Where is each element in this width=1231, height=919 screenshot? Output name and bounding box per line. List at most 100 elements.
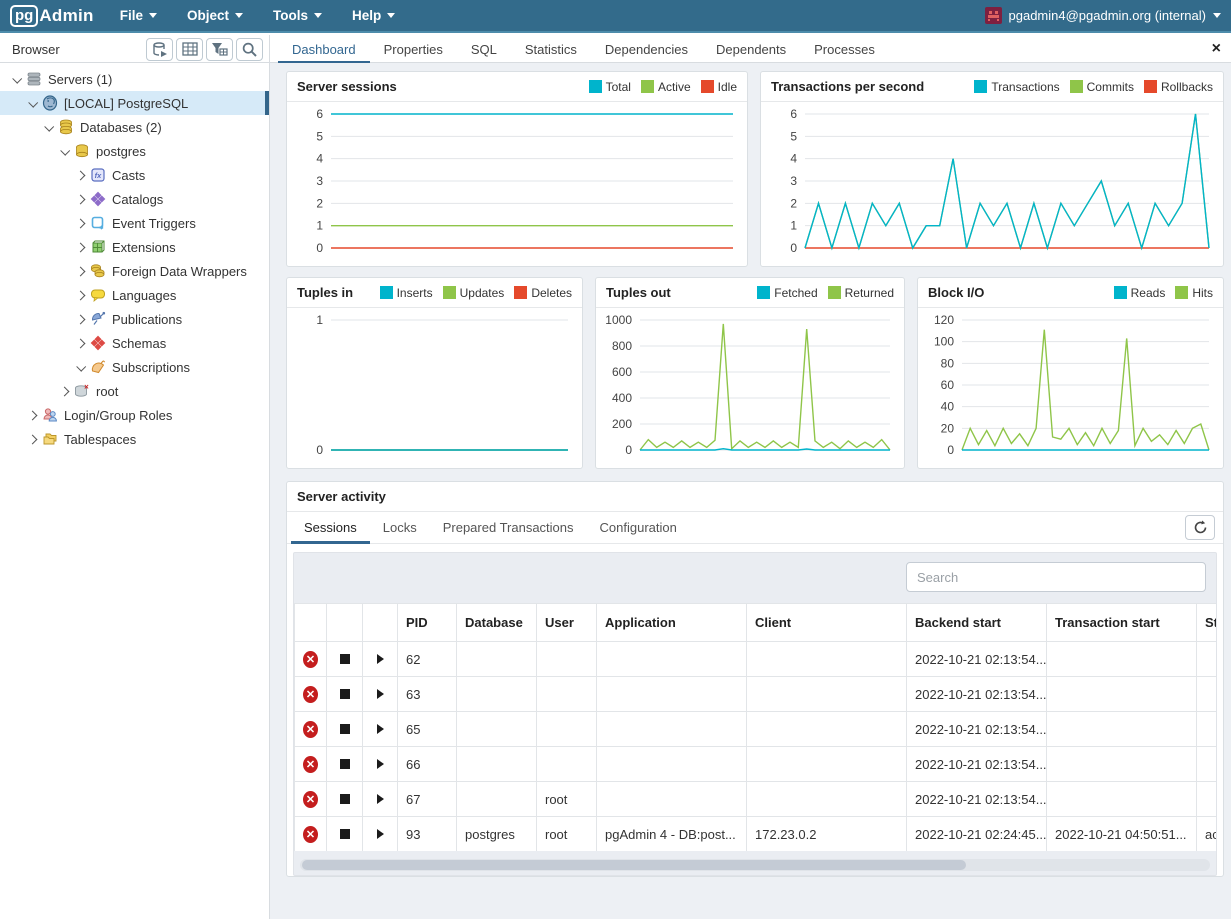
terminate-session-icon[interactable] [340, 689, 350, 699]
tree-item-postgres[interactable]: postgres [0, 139, 269, 163]
expand-row-icon[interactable] [377, 829, 384, 839]
tree-item-label: Login/Group Roles [64, 408, 172, 423]
cell-user [537, 747, 597, 782]
legend-item: Reads [1114, 286, 1166, 300]
expand-arrow-icon[interactable] [24, 412, 40, 419]
chevron-right-icon [27, 410, 37, 420]
tree-item-databases-2[interactable]: Databases (2) [0, 115, 269, 139]
tab-sql[interactable]: SQL [457, 35, 511, 63]
expand-row-icon[interactable] [377, 654, 384, 664]
collapse-arrow-icon[interactable] [40, 124, 56, 131]
tuples-in-panel: Tuples in InsertsUpdatesDeletes 01 [286, 277, 583, 469]
cell-pid: 63 [398, 677, 457, 712]
tree-item-catalogs[interactable]: Catalogs [0, 187, 269, 211]
event-triggers-icon [89, 215, 107, 231]
cell-transaction_start [1047, 747, 1197, 782]
horizontal-scrollbar-thumb[interactable] [302, 860, 966, 870]
collapse-arrow-icon[interactable] [72, 364, 88, 371]
tree-item-foreign-data-wrappers[interactable]: Foreign Data Wrappers [0, 259, 269, 283]
y-tick-label: 1 [316, 219, 323, 233]
activity-tab-configuration[interactable]: Configuration [587, 512, 690, 543]
cancel-session-icon[interactable]: ✕ [303, 686, 318, 703]
tab-dependents[interactable]: Dependents [702, 35, 800, 63]
refresh-button[interactable] [1185, 515, 1215, 540]
tree-item-login-group-roles[interactable]: Login/Group Roles [0, 403, 269, 427]
tree-item-label: postgres [96, 144, 146, 159]
expand-arrow-icon[interactable] [72, 220, 88, 227]
tree-item-publications[interactable]: Publications [0, 307, 269, 331]
terminate-session-icon[interactable] [340, 794, 350, 804]
tree-item-extensions[interactable]: Extensions [0, 235, 269, 259]
collapse-arrow-icon[interactable] [56, 148, 72, 155]
expand-row-icon[interactable] [377, 724, 384, 734]
terminate-session-icon[interactable] [340, 759, 350, 769]
expand-arrow-icon[interactable] [24, 436, 40, 443]
series-returned [640, 324, 890, 450]
chevron-right-icon [75, 266, 85, 276]
object-browser-button[interactable] [146, 38, 173, 61]
expand-row-icon[interactable] [377, 689, 384, 699]
object-browser-icon [152, 42, 168, 57]
legend-label: Deletes [531, 286, 572, 300]
cell-application [597, 712, 747, 747]
menu-help[interactable]: Help [352, 8, 395, 23]
activity-tab-prepared-transactions[interactable]: Prepared Transactions [430, 512, 587, 543]
collapse-arrow-icon[interactable] [8, 76, 24, 83]
column-header-empty [363, 604, 398, 642]
filtered-rows-button[interactable] [206, 38, 233, 61]
tree-item-casts[interactable]: fxCasts [0, 163, 269, 187]
sessions-table: PIDDatabaseUserApplicationClientBackend … [294, 603, 1216, 851]
view-data-button[interactable] [176, 38, 203, 61]
activity-tab-locks[interactable]: Locks [370, 512, 430, 543]
chevron-down-icon [44, 121, 54, 131]
cancel-session-icon[interactable]: ✕ [303, 651, 318, 668]
tab-dependencies[interactable]: Dependencies [591, 35, 702, 63]
terminate-session-icon[interactable] [340, 654, 350, 664]
y-tick-label: 2 [316, 196, 323, 210]
tree-item-subscriptions[interactable]: Subscriptions [0, 355, 269, 379]
tree-item-event-triggers[interactable]: Event Triggers [0, 211, 269, 235]
chart-legend: InsertsUpdatesDeletes [380, 286, 572, 300]
tree-item-servers-1[interactable]: Servers (1) [0, 67, 269, 91]
expand-arrow-icon[interactable] [72, 340, 88, 347]
y-tick-label: 100 [934, 335, 954, 349]
terminate-session-icon[interactable] [340, 829, 350, 839]
user-menu[interactable]: pgadmin4@pgadmin.org (internal) [985, 7, 1221, 24]
sessions-content: PIDDatabaseUserApplicationClientBackend … [293, 552, 1217, 876]
tree-item-languages[interactable]: Languages [0, 283, 269, 307]
expand-arrow-icon[interactable] [72, 172, 88, 179]
expand-row-icon[interactable] [377, 794, 384, 804]
expand-arrow-icon[interactable] [72, 316, 88, 323]
cancel-session-icon[interactable]: ✕ [303, 826, 318, 843]
expand-row-icon[interactable] [377, 759, 384, 769]
tab-processes[interactable]: Processes [800, 35, 889, 63]
cancel-session-icon[interactable]: ✕ [303, 756, 318, 773]
tab-statistics[interactable]: Statistics [511, 35, 591, 63]
menu-tools[interactable]: Tools [273, 8, 322, 23]
menu-file[interactable]: File [120, 8, 157, 23]
expand-arrow-icon[interactable] [56, 388, 72, 395]
menu-object[interactable]: Object [187, 8, 243, 23]
tree-item-tablespaces[interactable]: Tablespaces [0, 427, 269, 451]
tree-item-local-postgresql[interactable]: [LOCAL] PostgreSQL [0, 91, 269, 115]
casts-icon: fx [89, 167, 107, 183]
tree-item-schemas[interactable]: Schemas [0, 331, 269, 355]
expand-arrow-icon[interactable] [72, 244, 88, 251]
tab-dashboard[interactable]: Dashboard [278, 35, 370, 63]
cancel-session-icon[interactable]: ✕ [303, 791, 318, 808]
search-objects-button[interactable] [236, 38, 263, 61]
search-input[interactable] [906, 562, 1206, 592]
tab-properties[interactable]: Properties [370, 35, 457, 63]
collapse-arrow-icon[interactable] [24, 100, 40, 107]
tree-item-root[interactable]: ×root [0, 379, 269, 403]
expand-arrow-icon[interactable] [72, 292, 88, 299]
expand-arrow-icon[interactable] [72, 196, 88, 203]
legend-swatch [380, 286, 393, 299]
expand-arrow-icon[interactable] [72, 268, 88, 275]
activity-tab-sessions[interactable]: Sessions [291, 512, 370, 543]
legend-swatch [1175, 286, 1188, 299]
cancel-session-icon[interactable]: ✕ [303, 721, 318, 738]
close-icon[interactable]: × [1212, 39, 1221, 59]
terminate-session-icon[interactable] [340, 724, 350, 734]
column-header-pid: PID [398, 604, 457, 642]
